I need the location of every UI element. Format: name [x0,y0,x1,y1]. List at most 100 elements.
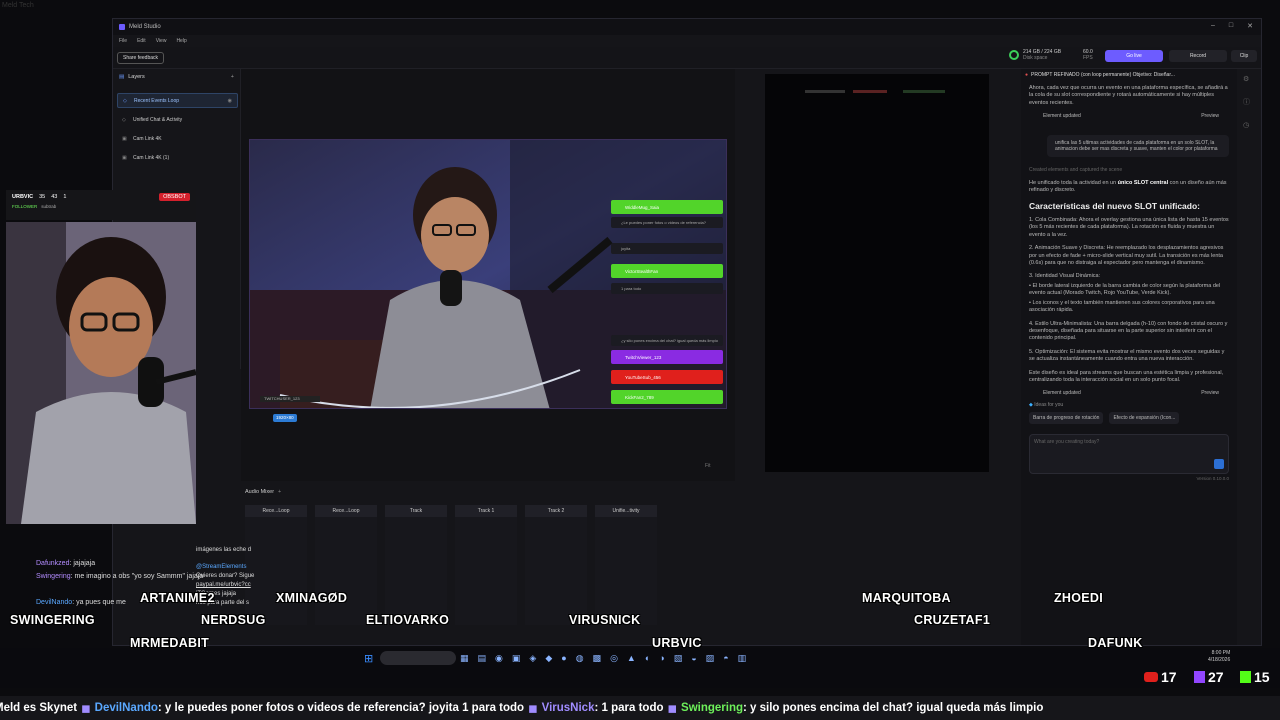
title-bar: Meld Studio – □ ✕ [113,19,1261,35]
summary-text: He unificado toda la actividad en un [1029,180,1118,187]
chat-user: Swingering [36,573,71,580]
hud-follower-name: subtrab [41,204,57,209]
layer-visibility-icon[interactable]: ◉ [228,98,232,104]
ai-point: • El borde lateral izquierdo de la barra… [1029,282,1221,297]
app-logo-icon [119,24,125,30]
app-icon[interactable]: ● [561,653,566,664]
viewer-name: ZHOEDI [1054,591,1104,605]
chat-line: Dafunkzed: jajajaja [36,560,96,567]
mixer-track: Rece...Loop [315,505,377,625]
event-slot-bar: TWITCHUSER_123 [260,396,320,402]
idea-chip[interactable]: Barra de progreso de rotación [1029,412,1104,425]
preview-button[interactable]: Preview [1201,390,1219,396]
disk-usage-icon [1009,50,1019,60]
app-icon[interactable]: ◑ [659,653,664,664]
maximize-icon[interactable]: □ [1229,22,1233,30]
preview-button[interactable]: Preview [1201,113,1219,119]
kick-count: 15 [1240,669,1270,685]
app-icon[interactable]: ◒ [691,653,696,664]
app-icon[interactable]: ◓ [723,653,728,664]
alert-kick: WiddleMug_Saia [611,200,723,214]
zoom-select[interactable]: Fit [705,463,711,469]
idea-chip[interactable]: Efecto de expansión (Icon... [1109,412,1180,425]
se-line: Quieres donar? Sigue [196,573,255,579]
track-name: Rece...Loop [315,505,377,517]
ai-point: 3. Identidad Visual Dinámica: [1029,273,1101,280]
viewer-name: ARTANIME2 [140,591,215,605]
se-line: @StreamElements [196,564,247,570]
menu-edit[interactable]: Edit [137,38,146,44]
info-icon[interactable]: ⓘ [1243,97,1250,107]
alert-text: TwitchViewer_123 [625,354,662,360]
hud-stat: 1 [63,194,67,200]
ticker-text: : y silo pones encima del chat? igual qu… [743,702,1044,714]
mixer-track: Track 1 [455,505,517,625]
layer-item-unified-chat[interactable]: ◇ Unified Chat & Activity [117,112,238,127]
app-icon[interactable]: ◍ [576,653,584,664]
chat-user: DevilNando [36,599,73,606]
chat-row-text: 1 para todo [621,286,642,291]
menu-help[interactable]: Help [176,38,186,44]
send-icon[interactable] [1214,459,1224,470]
chat-row-text: ¿Le puedes poner fotos o videos de refer… [621,220,706,225]
app-icon[interactable]: ▧ [674,653,683,664]
app-icon[interactable]: ◆ [545,653,552,664]
track-name: Rece...Loop [245,505,307,517]
minimize-icon[interactable]: – [1211,22,1215,30]
menu-view[interactable]: View [156,38,167,44]
layer-type-icon: ◇ [123,97,127,104]
hud-stat: 43 [51,194,58,200]
layers-title: Layers [128,74,145,80]
app-icon[interactable]: ▤ [478,653,487,664]
app-title: Meld Studio [129,24,161,30]
corner-text: Meld Tech [2,2,34,9]
summary-bold: único SLOT central [1117,180,1169,187]
webcam-overlay [6,222,196,524]
kick-icon [1240,671,1251,683]
menu-bar: File Edit View Help [113,35,1261,47]
app-icon[interactable]: ▣ [512,653,521,664]
clip-button[interactable]: Clip [1231,50,1257,62]
alert-text: YouTubeSub_456 [625,374,661,380]
ai-intro: Ahora, cada vez que ocurra un evento en … [1029,85,1228,106]
close-icon[interactable]: ✕ [1247,22,1253,30]
app-icon[interactable]: ◐ [645,653,650,664]
layer-item-cam-link-1[interactable]: ▣ Cam Link 4K (1) [117,150,238,165]
menu-file[interactable]: File [119,38,127,44]
settings-icon[interactable]: ⚙ [1243,75,1250,83]
layer-item-cam-link[interactable]: ▣ Cam Link 4K [117,131,238,146]
app-icon[interactable]: ▲ [627,653,636,664]
app-icon[interactable]: ▦ [460,653,469,664]
mixer-track: Unifie...tivity [595,505,657,625]
ideas-icon: ◆ [1029,402,1033,409]
mini-slot [853,90,887,93]
chat-user: Dafunkzed [36,560,70,567]
app-icon[interactable]: ▨ [706,653,715,664]
time-icon[interactable]: ◷ [1243,121,1250,129]
app-icon[interactable]: ◎ [610,653,618,664]
add-track-icon[interactable]: + [278,489,281,495]
go-live-button[interactable]: Go live [1105,50,1163,62]
taskbar-search[interactable] [380,651,456,665]
chat-row: 1 para todo [611,283,723,294]
app-icon[interactable]: ◉ [495,653,503,664]
app-icon[interactable]: ◈ [529,653,536,664]
hud-follower-label: FOLLOWER [12,204,38,209]
ai-point: 2. Animación Suave y Discreta: He reempl… [1029,245,1224,266]
app-icon[interactable]: ▥ [738,653,747,664]
layer-label: Cam Link 4K (1) [133,154,170,161]
chat-line: Swingering: me imagino a obs "yo soy Sam… [36,573,204,580]
chat-row: ¿Le puedes poner fotos o videos de refer… [611,217,723,228]
app-icon[interactable]: ▩ [593,653,602,664]
hud-badge: OBSBOT [159,193,190,201]
track-name: Track 2 [525,505,587,517]
layer-type-icon: ▣ [122,135,127,142]
share-feedback-button[interactable]: Share feedback [117,52,165,64]
record-button[interactable]: Record [1169,50,1227,62]
prompt-input[interactable]: What are you creating today? [1029,434,1229,475]
add-layer-icon[interactable]: + [231,74,234,80]
ai-thread-title: PROMPT REFINADO (con loop permanente) Ob… [1031,72,1175,78]
layer-item-recent-events-loop[interactable]: ◇ Recent Events Loop ◉ [117,93,238,108]
start-icon[interactable]: ⊞ [364,652,373,665]
ticker-message: Meld es Skynet [0,702,78,714]
